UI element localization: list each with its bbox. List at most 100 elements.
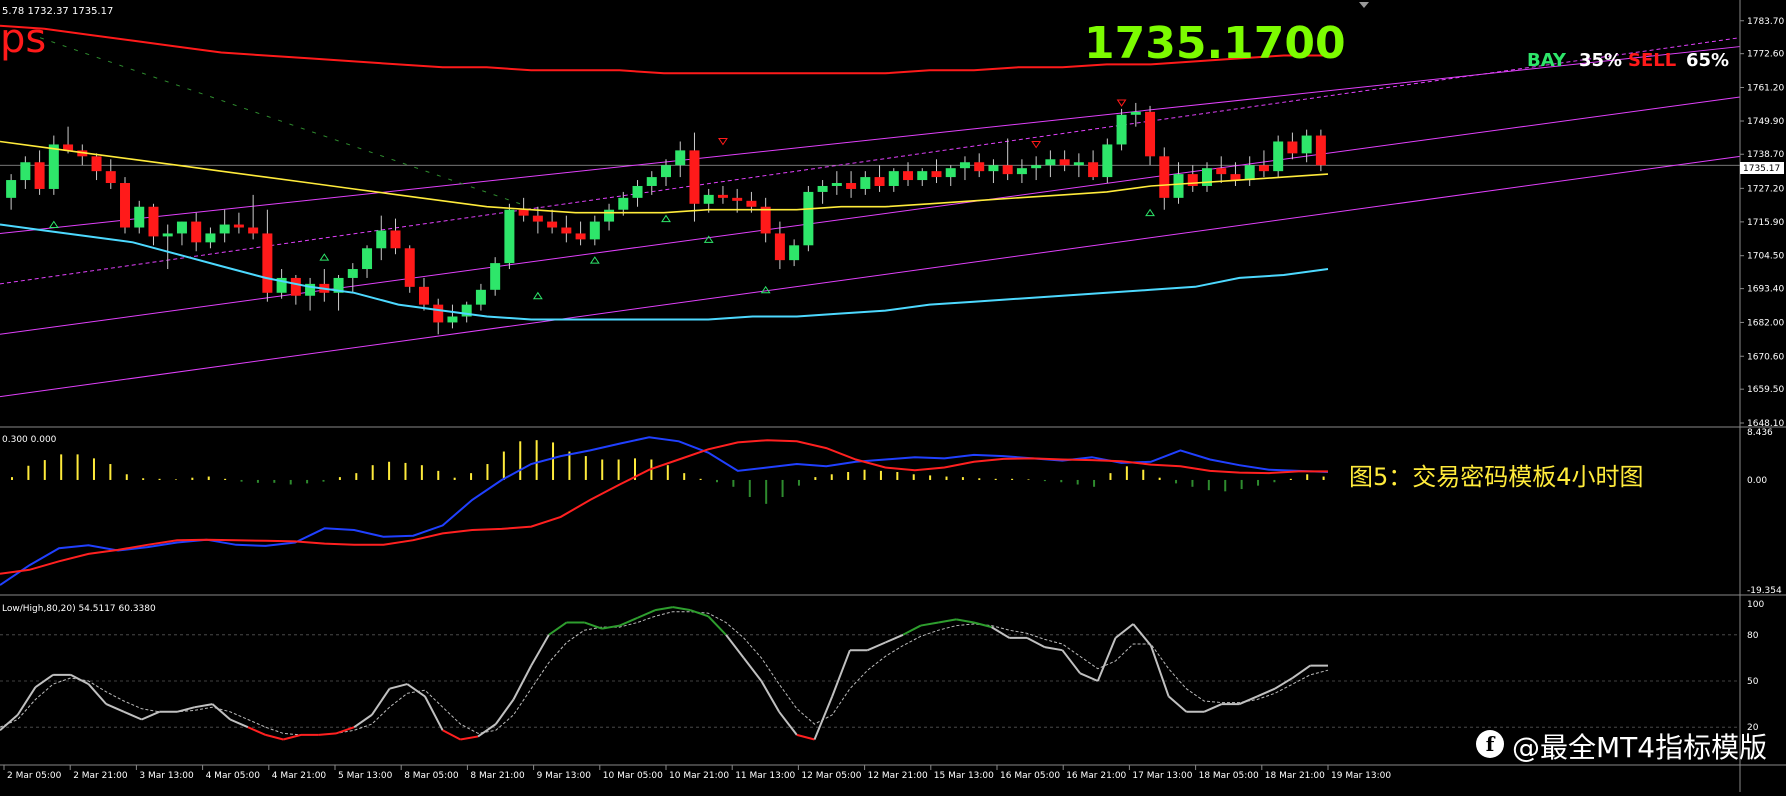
candle-body bbox=[120, 183, 131, 228]
candle-body bbox=[1201, 168, 1212, 186]
candle-body bbox=[1016, 168, 1027, 175]
candle-body bbox=[48, 144, 59, 189]
time-axis-label: 10 Mar 21:00 bbox=[669, 771, 729, 781]
time-axis-label: 10 Mar 05:00 bbox=[603, 771, 663, 781]
stoch-axis-label: 50 bbox=[1747, 677, 1759, 687]
chart-svg: 1783.70 1772.60 1761.20 1749.90 1738.70 1727.… bbox=[0, 0, 1786, 792]
candle-body bbox=[974, 162, 985, 172]
stoch-main-segment bbox=[424, 695, 444, 731]
stoch-main-segment bbox=[920, 621, 939, 627]
arrow-up-icon bbox=[48, 220, 59, 229]
price-tag: 1735.17 bbox=[1743, 164, 1780, 174]
candle-body bbox=[988, 165, 999, 172]
candle-body bbox=[831, 183, 842, 186]
candle-body bbox=[860, 177, 871, 189]
candle-body bbox=[390, 230, 401, 249]
candle-body bbox=[447, 316, 458, 323]
stoch-main-segment bbox=[938, 618, 957, 624]
stoch-main-segment bbox=[796, 733, 815, 741]
time-axis-label: 17 Mar 13:00 bbox=[1132, 771, 1192, 781]
candle-body bbox=[1130, 111, 1141, 115]
candle-body bbox=[589, 221, 600, 240]
stoch-main-segment bbox=[902, 624, 922, 636]
time-axis-label: 15 Mar 13:00 bbox=[934, 771, 994, 781]
candle-body bbox=[1116, 114, 1127, 145]
candle-body bbox=[518, 209, 529, 216]
stoch-main-segment bbox=[760, 680, 780, 713]
candle-body bbox=[105, 171, 116, 184]
candle-body bbox=[20, 162, 31, 181]
arrow-up-icon bbox=[760, 285, 771, 294]
stoch-main-segment bbox=[0, 714, 19, 732]
arrow-down-icon bbox=[1031, 140, 1042, 149]
stoch-main-segment bbox=[1274, 677, 1294, 690]
chart-shift-marker[interactable] bbox=[1359, 2, 1369, 8]
stoch-main-segment bbox=[690, 609, 709, 618]
candle-body bbox=[205, 233, 216, 243]
candle-body bbox=[91, 156, 102, 172]
arrow-up-icon bbox=[589, 256, 600, 264]
macd-caption: 图5：交易密码模板4小时图 bbox=[1349, 463, 1644, 491]
candle-body bbox=[532, 215, 543, 222]
macd-panel[interactable] bbox=[0, 436, 1329, 586]
candle-body bbox=[347, 269, 358, 278]
candle-body bbox=[1301, 135, 1312, 154]
candle-body bbox=[547, 221, 558, 228]
stoch-main-segment bbox=[318, 732, 337, 736]
stoch-axis-label: 100 bbox=[1747, 600, 1764, 610]
candle-body bbox=[176, 221, 187, 234]
stoch-main-segment bbox=[211, 703, 231, 721]
candle-body bbox=[1273, 141, 1284, 172]
stoch-main-segment bbox=[283, 733, 302, 741]
candle-body bbox=[774, 233, 785, 261]
candle-body bbox=[1216, 168, 1227, 175]
candle-body bbox=[561, 227, 572, 234]
stoch-main-segment bbox=[1044, 646, 1063, 652]
stoch-main-segment bbox=[991, 626, 1010, 639]
candle-body bbox=[817, 185, 828, 192]
candle-body bbox=[874, 177, 885, 186]
stoch-signal-line bbox=[0, 611, 1329, 736]
candle-body bbox=[376, 230, 387, 249]
arrow-up-icon bbox=[319, 253, 330, 261]
candle-body bbox=[1173, 174, 1184, 198]
time-axis-label: 4 Mar 21:00 bbox=[272, 771, 327, 781]
candle-body bbox=[219, 224, 230, 234]
stoch-main-segment bbox=[1026, 636, 1046, 649]
candle-body bbox=[1287, 141, 1298, 154]
time-axis-label: 8 Mar 05:00 bbox=[404, 771, 459, 781]
stoch-main-segment bbox=[1167, 695, 1188, 713]
stoch-main-segment bbox=[460, 735, 479, 741]
candle-body bbox=[433, 304, 444, 323]
price-panel[interactable] bbox=[0, 24, 1741, 398]
stoch-main-segment bbox=[123, 710, 143, 721]
stoch-main-segment bbox=[867, 641, 886, 652]
candle-body bbox=[945, 168, 956, 178]
arrow-up-icon bbox=[661, 214, 671, 223]
time-axis-label: 8 Mar 21:00 bbox=[470, 771, 525, 781]
candle-body bbox=[789, 245, 800, 261]
stoch-main-segment bbox=[70, 673, 89, 685]
stoch-main-segment bbox=[548, 621, 568, 636]
stoch-panel[interactable] bbox=[0, 606, 1740, 741]
arrow-up-icon bbox=[1145, 208, 1155, 217]
candle-body bbox=[290, 277, 301, 296]
candle-body bbox=[689, 150, 700, 204]
arrow-down-icon bbox=[718, 138, 728, 146]
arrow-up-icon bbox=[532, 291, 543, 300]
candle-body bbox=[262, 233, 273, 293]
stoch-main-segment bbox=[1079, 672, 1099, 682]
candle-body bbox=[362, 248, 373, 270]
stoch-main-segment bbox=[813, 696, 834, 740]
candle-body bbox=[248, 227, 259, 234]
bay-value: 35% bbox=[1579, 50, 1622, 71]
candle-body bbox=[148, 206, 159, 237]
price-axis-label: 1749.90 bbox=[1747, 117, 1784, 127]
candle-body bbox=[1045, 159, 1056, 166]
price-axis-label: 1682.00 bbox=[1747, 318, 1784, 328]
price-axis-label: 1727.20 bbox=[1747, 184, 1784, 194]
candle-body bbox=[675, 150, 686, 166]
price-axis-label: 1772.60 bbox=[1747, 50, 1784, 60]
candle-body bbox=[732, 197, 743, 201]
stoch-main-segment bbox=[265, 733, 284, 741]
